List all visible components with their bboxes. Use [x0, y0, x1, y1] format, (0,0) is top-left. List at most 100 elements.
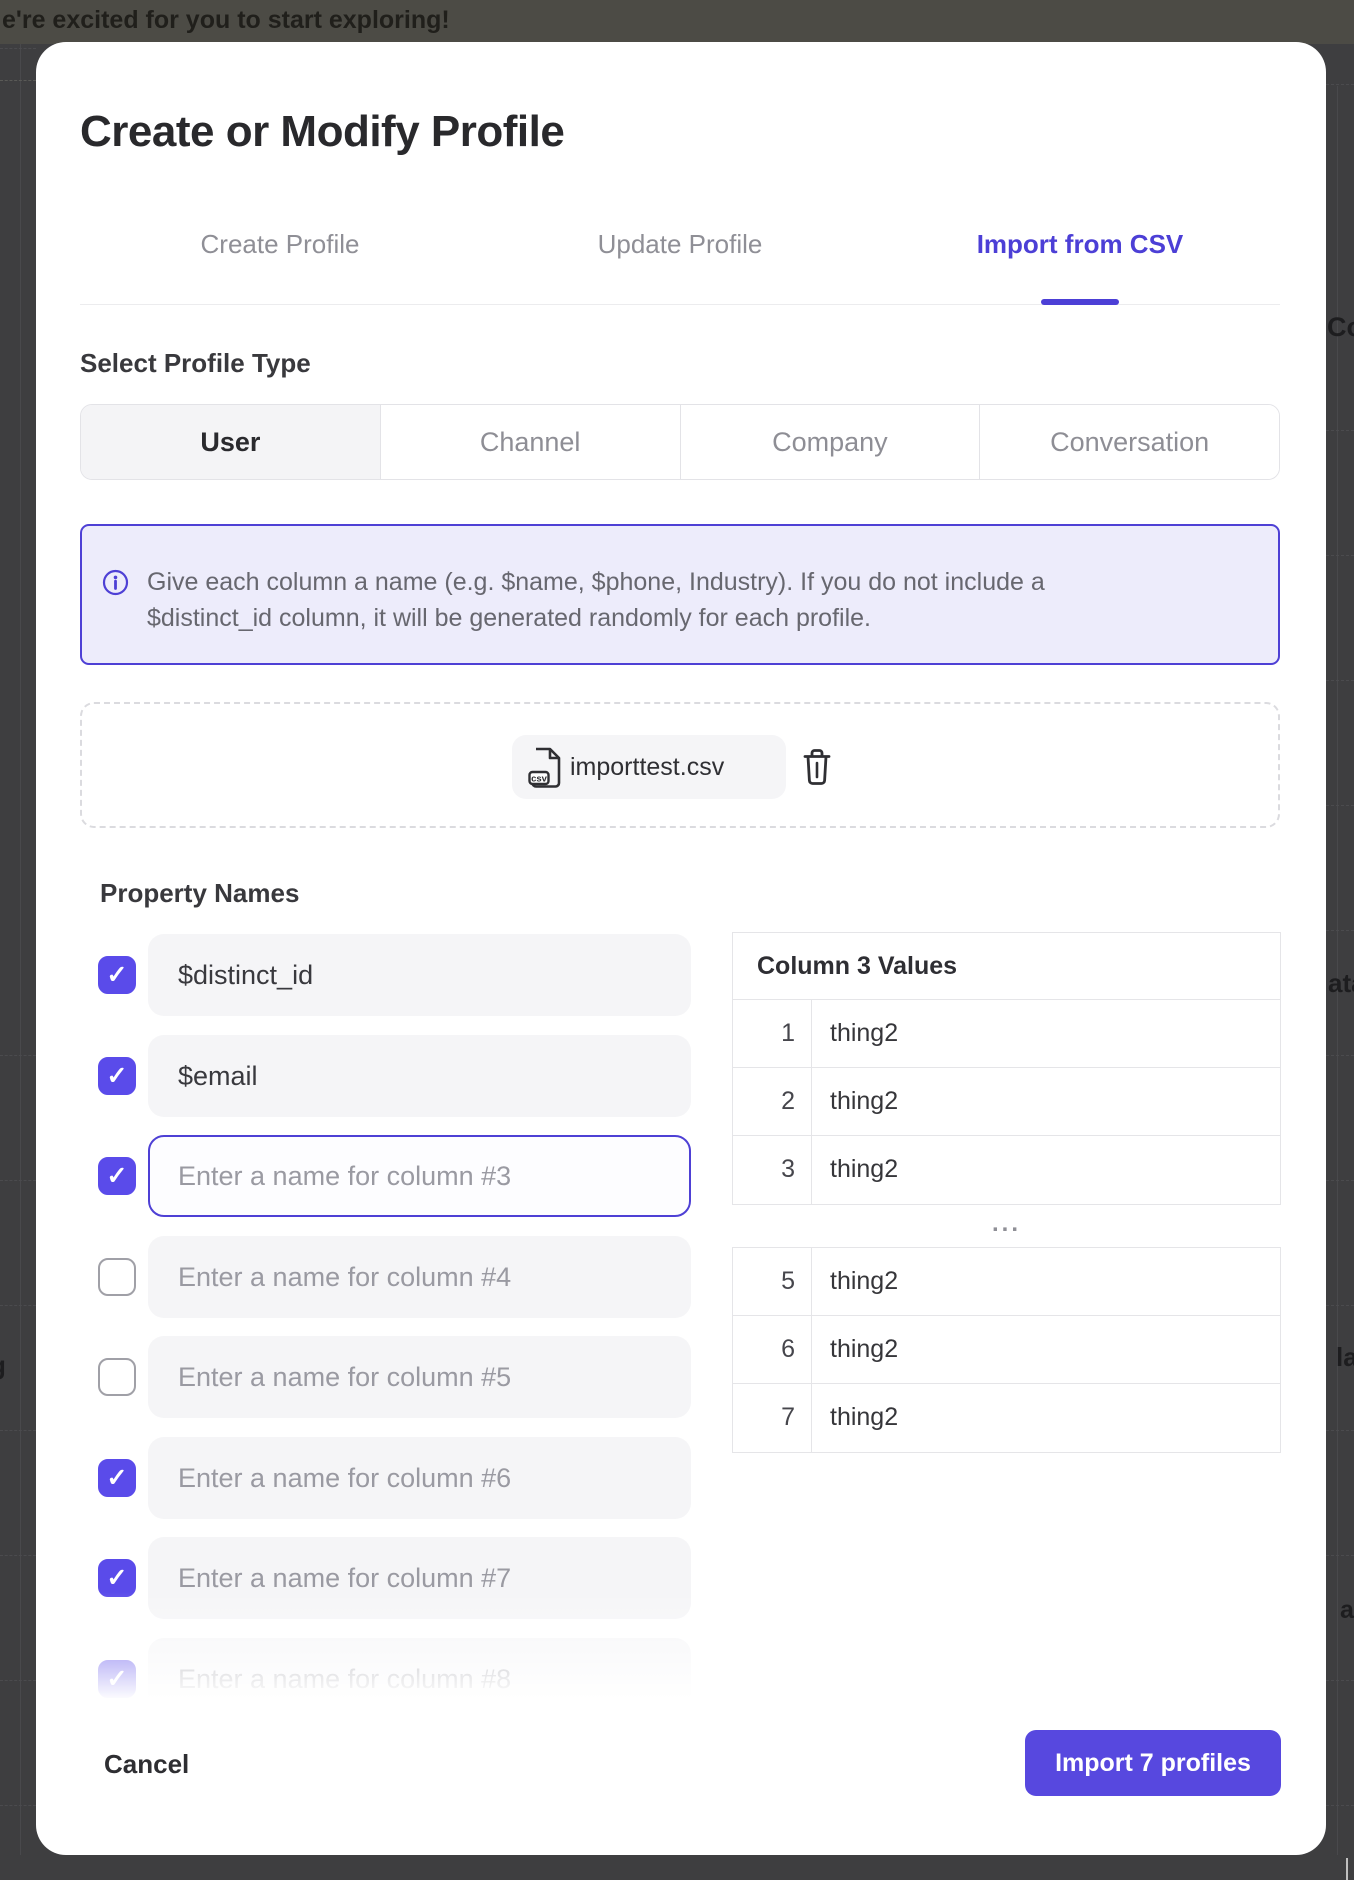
- column-name-input-4[interactable]: Enter a name for column #4: [148, 1236, 691, 1318]
- row-value-cell: thing2: [812, 1136, 1280, 1204]
- row-number-cell: 1: [733, 1000, 812, 1067]
- background-gridline: [1326, 430, 1354, 431]
- profile-type-user[interactable]: User: [81, 405, 381, 479]
- background-gridline: [0, 1680, 36, 1681]
- info-banner: Give each column a name (e.g. $name, $ph…: [80, 524, 1280, 665]
- column-name-input-5[interactable]: Enter a name for column #5: [148, 1336, 691, 1418]
- background-text-fragment: a: [1340, 1596, 1354, 1625]
- column-name-input-1[interactable]: $distinct_id: [148, 934, 691, 1016]
- background-gridline: [0, 1555, 36, 1556]
- background-text-fragment: la: [1336, 1342, 1354, 1373]
- background-gridline: [1326, 680, 1354, 681]
- row-number-cell: 3: [733, 1136, 812, 1204]
- column-checkbox-5[interactable]: [98, 1358, 136, 1396]
- trash-icon: [800, 747, 836, 787]
- background-gridline: [0, 1805, 36, 1806]
- column-name-input-3[interactable]: Enter a name for column #3: [148, 1135, 691, 1217]
- property-row: Enter a name for column #3: [36, 1135, 736, 1217]
- table-row: 7 thing2: [733, 1384, 1280, 1452]
- background-gridline: [0, 1305, 36, 1306]
- info-banner-text: Give each column a name (e.g. $name, $ph…: [147, 564, 1045, 636]
- background-gridline: [1326, 555, 1354, 556]
- background-gridline: [1326, 1555, 1354, 1556]
- file-chip: csv importtest.csv: [512, 735, 786, 799]
- info-icon: [102, 569, 129, 596]
- row-value-cell: thing2: [812, 1384, 1280, 1452]
- row-value-cell: thing2: [812, 1000, 1280, 1067]
- column-checkbox-1[interactable]: [98, 956, 136, 994]
- column-checkbox-2[interactable]: [98, 1057, 136, 1095]
- background-text-fragment: ata: [1328, 968, 1354, 999]
- row-number-cell: 7: [733, 1384, 812, 1452]
- values-table-header: Column 3 Values: [733, 933, 1280, 1000]
- row-number-cell: 5: [733, 1248, 812, 1315]
- svg-text:csv: csv: [531, 774, 548, 785]
- background-gridline: [0, 48, 36, 49]
- table-row: 2 thing2: [733, 1068, 1280, 1136]
- values-table: Column 3 Values 1 thing2 2 thing2 3 thin…: [732, 932, 1281, 1205]
- column-name-input-2[interactable]: $email: [148, 1035, 691, 1117]
- delete-file-button[interactable]: [800, 746, 836, 788]
- screen: e're excited for you to start exploring!…: [0, 0, 1354, 1880]
- import-profiles-button[interactable]: Import 7 profiles: [1025, 1730, 1281, 1796]
- property-row: Enter a name for column #4: [36, 1236, 736, 1318]
- values-table-continued: 5 thing2 6 thing2 7 thing2: [732, 1247, 1281, 1453]
- file-name: importtest.csv: [570, 735, 724, 799]
- table-row: 5 thing2: [733, 1248, 1280, 1316]
- background-gridline: [0, 80, 36, 81]
- table-row: 3 thing2: [733, 1136, 1280, 1204]
- property-row: Enter a name for column #7: [36, 1537, 736, 1619]
- tab-import-from-csv[interactable]: Import from CSV: [880, 224, 1280, 264]
- column-checkbox-3[interactable]: [98, 1157, 136, 1195]
- background-gridline: [0, 1430, 36, 1431]
- background-gridline: [1326, 1305, 1354, 1306]
- background-gridline: [0, 1055, 36, 1056]
- property-names-label: Property Names: [100, 878, 299, 908]
- profile-type-label: Select Profile Type: [80, 348, 311, 378]
- background-banner-text: e're excited for you to start exploring!: [2, 6, 450, 35]
- profile-type-company[interactable]: Company: [681, 405, 981, 479]
- column-checkbox-6[interactable]: [98, 1459, 136, 1497]
- column-checkbox-4[interactable]: [98, 1258, 136, 1296]
- column-name-input-8[interactable]: Enter a name for column #8: [148, 1638, 691, 1720]
- column-name-input-6[interactable]: Enter a name for column #6: [148, 1437, 691, 1519]
- row-value-cell: thing2: [812, 1068, 1280, 1135]
- dialog-title: Create or Modify Profile: [80, 106, 564, 158]
- tab-update-profile[interactable]: Update Profile: [480, 224, 880, 264]
- property-row: Enter a name for column #5: [36, 1336, 736, 1418]
- tab-create-profile[interactable]: Create Profile: [80, 224, 480, 264]
- profile-type-selector: User Channel Company Conversation: [80, 404, 1280, 480]
- background-gridline: [1326, 1430, 1354, 1431]
- row-number-cell: 2: [733, 1068, 812, 1135]
- property-row: $distinct_id: [36, 934, 736, 1016]
- background-gridline: [1326, 1180, 1354, 1181]
- background-gridline: [1326, 84, 1354, 85]
- background-gridline: [0, 1180, 36, 1181]
- background-text-fragment: g: [0, 1350, 6, 1381]
- table-row: 1 thing2: [733, 1000, 1280, 1068]
- row-value-cell: thing2: [812, 1248, 1280, 1315]
- active-tab-underline: [1041, 299, 1119, 305]
- property-row: Enter a name for column #8: [36, 1638, 736, 1720]
- property-row: $email: [36, 1035, 736, 1117]
- background-gridline: [1326, 1680, 1354, 1681]
- table-row: 6 thing2: [733, 1316, 1280, 1384]
- profile-type-conversation[interactable]: Conversation: [980, 405, 1279, 479]
- property-row: Enter a name for column #6: [36, 1437, 736, 1519]
- row-value-cell: thing2: [812, 1316, 1280, 1383]
- background-gridline: [20, 44, 21, 1855]
- table-ellipsis: ...: [732, 1210, 1281, 1238]
- background-fragment: [1346, 1858, 1348, 1880]
- column-checkbox-7[interactable]: [98, 1559, 136, 1597]
- profile-type-channel[interactable]: Channel: [381, 405, 681, 479]
- background-gridline: [1326, 930, 1354, 931]
- background-text-fragment: Col: [1327, 312, 1354, 343]
- background-gridline: [1326, 805, 1354, 806]
- column-checkbox-8[interactable]: [98, 1660, 136, 1698]
- column-name-input-7[interactable]: Enter a name for column #7: [148, 1537, 691, 1619]
- csv-file-icon: csv: [528, 747, 562, 789]
- file-dropzone[interactable]: csv importtest.csv: [80, 702, 1280, 828]
- cancel-button[interactable]: Cancel: [104, 1744, 189, 1784]
- background-gridline: [1326, 1805, 1354, 1806]
- row-number-cell: 6: [733, 1316, 812, 1383]
